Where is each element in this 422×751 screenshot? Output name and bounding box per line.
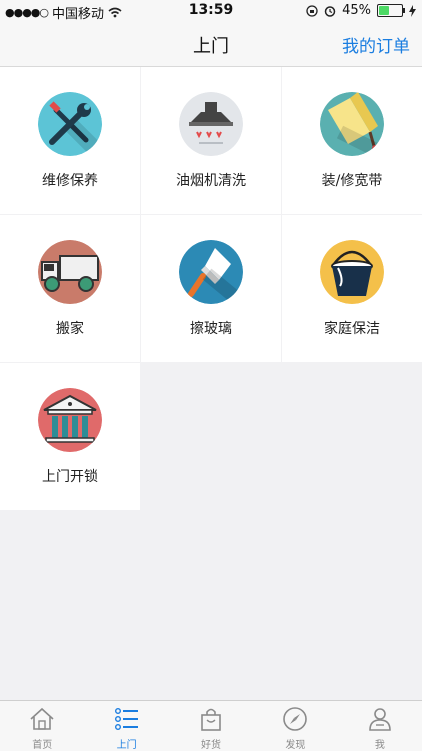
service-label: 搬家 — [56, 321, 84, 337]
service-tile-repair[interactable]: 维修保养 — [0, 67, 140, 214]
status-bar: ●●●●○ 中国移动 13:59 45% — [0, 0, 422, 22]
tab-onsite[interactable]: 上门 — [84, 701, 168, 751]
bucket-icon — [320, 240, 384, 304]
service-label: 擦玻璃 — [190, 321, 232, 337]
service-tile-moving[interactable]: 搬家 — [0, 215, 140, 362]
list-icon — [114, 708, 138, 731]
person-icon — [369, 708, 391, 731]
home-icon — [30, 707, 54, 730]
tab-label: 我 — [374, 740, 385, 751]
service-grid: 维修保养 油烟机清洗 装/修宽带 搬家 擦玻璃 家庭保洁 上门开锁 — [0, 67, 422, 510]
building-icon — [38, 388, 102, 452]
service-tile-window-cleaning[interactable]: 擦玻璃 — [141, 215, 281, 362]
tab-goods[interactable]: 好货 — [169, 701, 253, 751]
tab-label: 发现 — [285, 740, 306, 751]
tab-label: 好货 — [201, 740, 222, 751]
tab-bar: 首页 上门 好货 发现 我 — [0, 700, 422, 751]
shopping-bag-icon — [201, 708, 221, 731]
tab-home[interactable]: 首页 — [0, 701, 84, 751]
service-label: 油烟机清洗 — [176, 173, 246, 189]
paint-roller-icon — [320, 92, 384, 156]
tab-me[interactable]: 我 — [338, 701, 422, 751]
tab-discover[interactable]: 发现 — [253, 701, 337, 751]
service-label: 家庭保洁 — [324, 321, 380, 337]
wrench-screwdriver-icon — [38, 92, 102, 156]
my-orders-button[interactable]: 我的订单 — [342, 32, 410, 57]
rotation-lock-icon — [306, 4, 318, 17]
alarm-icon — [324, 5, 336, 17]
service-tile-broadband[interactable]: 装/修宽带 — [282, 67, 422, 214]
status-right: 45% — [306, 3, 416, 18]
charging-icon — [409, 4, 416, 17]
battery-level — [379, 6, 389, 15]
tab-label: 首页 — [32, 740, 53, 751]
tab-label: 上门 — [116, 740, 137, 751]
service-label: 装/修宽带 — [321, 173, 383, 189]
service-tile-unlock[interactable]: 上门开锁 — [0, 363, 140, 510]
navigation-bar: 上门 我的订单 — [0, 22, 422, 67]
service-tile-house-cleaning[interactable]: 家庭保洁 — [282, 215, 422, 362]
service-label: 维修保养 — [42, 173, 98, 189]
glass-wiper-icon — [179, 240, 243, 304]
range-hood-icon — [179, 92, 243, 156]
service-tile-hood-cleaning[interactable]: 油烟机清洗 — [141, 67, 281, 214]
truck-icon — [38, 240, 102, 304]
battery-icon — [377, 4, 405, 17]
compass-icon — [283, 707, 308, 731]
service-label: 上门开锁 — [42, 469, 98, 485]
battery-percent: 45% — [342, 3, 371, 18]
